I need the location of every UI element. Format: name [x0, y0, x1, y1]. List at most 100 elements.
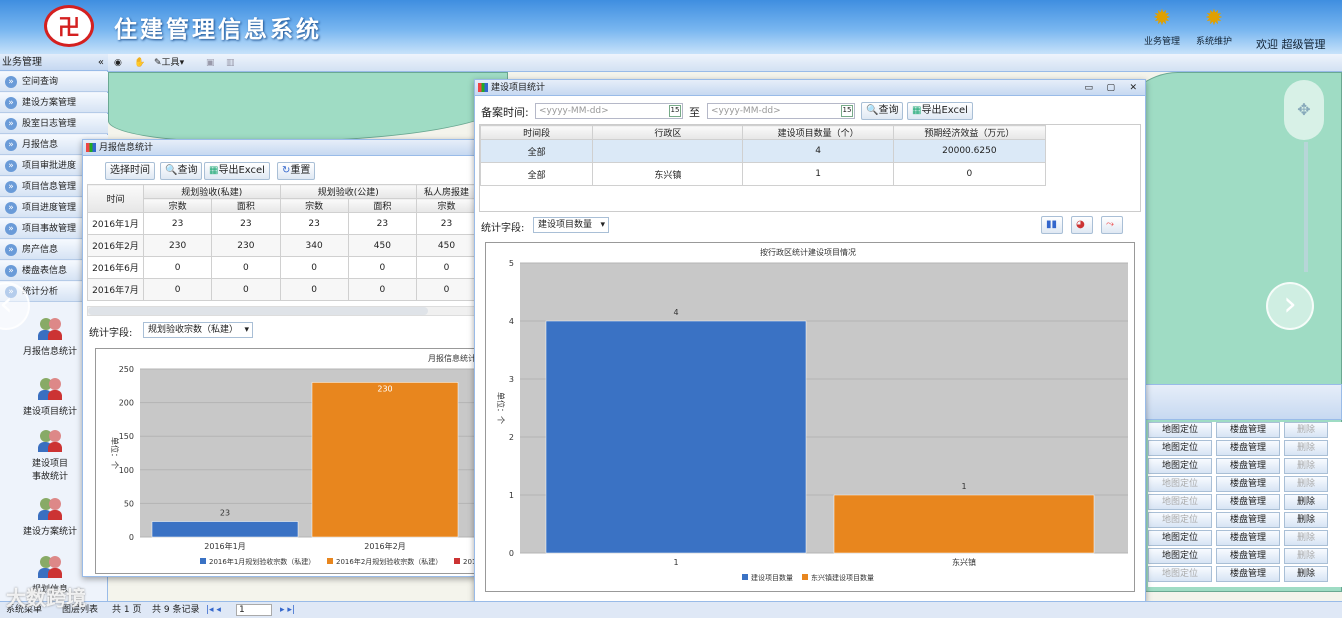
data-label: 4: [673, 308, 678, 317]
delete-button[interactable]: 删除: [1284, 512, 1328, 528]
sidebar-sub-plan-stats[interactable]: 建设方案统计: [12, 496, 88, 537]
close-icon[interactable]: ✕: [1129, 80, 1137, 96]
export-excel-button[interactable]: ▦导出Excel: [907, 102, 973, 120]
pie-chart-icon[interactable]: ◕: [1071, 216, 1093, 234]
col-header: 行政区: [592, 125, 744, 140]
map-locate-button[interactable]: 地图定位: [1148, 512, 1212, 528]
field-select[interactable]: 建设项目数量: [533, 217, 609, 233]
delete-button[interactable]: 删除: [1284, 476, 1328, 492]
delete-button[interactable]: 删除: [1284, 458, 1328, 474]
map-locate-button[interactable]: 地图定位: [1148, 458, 1212, 474]
calendar-icon[interactable]: 15: [841, 105, 853, 117]
building-manage-button[interactable]: 楼盘管理: [1216, 494, 1280, 510]
horizontal-scrollbar[interactable]: [87, 306, 477, 316]
app-title: 住建管理信息系统: [114, 16, 322, 43]
map-locate-button[interactable]: 地图定位: [1148, 440, 1212, 456]
sidebar-item-plan[interactable]: 建设方案管理: [0, 93, 108, 113]
sidebar-sub-accident-stats[interactable]: 建设项目 事故统计: [12, 428, 88, 482]
monthly-window-titlebar[interactable]: 月报信息统计: [83, 140, 475, 156]
x-tick-label: 1: [673, 558, 678, 567]
page-input[interactable]: 1: [236, 604, 272, 616]
export-excel-button[interactable]: ▦导出Excel: [204, 162, 270, 180]
collapse-icon[interactable]: «: [98, 54, 104, 71]
welcome-text: 欢迎 超级管理: [1256, 38, 1326, 51]
delete-button[interactable]: 删除: [1284, 548, 1328, 564]
building-manage-button[interactable]: 楼盘管理: [1216, 422, 1280, 438]
minimize-icon[interactable]: ▭: [1084, 80, 1093, 96]
sidebar-item-log[interactable]: 股室日志管理: [0, 114, 108, 134]
delete-button[interactable]: 删除: [1284, 566, 1328, 582]
search-icon: 🔍: [165, 165, 178, 176]
reset-button[interactable]: ↻重置: [277, 162, 316, 180]
fullscreen-icon[interactable]: ▣: [206, 54, 215, 72]
table-cell: 230: [211, 234, 281, 257]
building-manage-button[interactable]: 楼盘管理: [1216, 476, 1280, 492]
data-label: 1: [961, 482, 966, 491]
query-button[interactable]: 🔍查询: [861, 102, 904, 120]
field-select[interactable]: 规划验收宗数（私建）: [143, 322, 253, 338]
table-cell: 0: [211, 278, 281, 301]
table-row[interactable]: 2016年6月 0 0 0 0 0: [87, 256, 477, 279]
trash-icon[interactable]: ▥: [226, 54, 235, 72]
bar-chart-icon[interactable]: ▮▮: [1041, 216, 1063, 234]
end-date-input[interactable]: <yyyy-MM-dd>: [707, 103, 855, 119]
business-management-button[interactable]: ✹ 业务管理: [1138, 6, 1186, 47]
table-cell: 450: [416, 234, 477, 257]
delete-button[interactable]: 删除: [1284, 422, 1328, 438]
table-cell: 0: [416, 278, 477, 301]
select-time-button[interactable]: 选择时间: [105, 162, 155, 180]
legend-label: 建设项目数量: [751, 573, 793, 582]
result-actions: 地图定位 楼盘管理 删除 地图定位 楼盘管理 删除 地图定位 楼盘管理 删除 地图定位 楼盘管理 删除…: [1148, 422, 1342, 587]
map-locate-button[interactable]: 地图定位: [1148, 422, 1212, 438]
pan-hand-icon[interactable]: ✋: [134, 54, 145, 72]
building-manage-button[interactable]: 楼盘管理: [1216, 512, 1280, 528]
map-locate-button[interactable]: 地图定位: [1148, 530, 1212, 546]
sidebar-item-spatial-query[interactable]: 空间查询: [0, 72, 108, 92]
project-table: 时间段 行政区 建设项目数量（个） 预期经济效益（万元） 全部 4 20000.6250 全…: [479, 125, 1047, 186]
first-page-icon[interactable]: |◂ ◂: [206, 602, 221, 618]
group-header: 私人房报建: [416, 184, 477, 199]
bar: [545, 320, 807, 554]
map-locate-button[interactable]: 地图定位: [1148, 566, 1212, 582]
x-tick-label: 2016年2月: [364, 541, 405, 551]
globe-icon[interactable]: ◉: [114, 54, 122, 72]
building-manage-button[interactable]: 楼盘管理: [1216, 440, 1280, 456]
table-row[interactable]: 2016年1月 23 23 23 23 23: [87, 212, 477, 235]
building-manage-button[interactable]: 楼盘管理: [1216, 530, 1280, 546]
table-cell: 0: [279, 278, 349, 301]
col-header: 面积: [211, 198, 281, 213]
zoom-slider[interactable]: [1304, 142, 1308, 272]
start-date-input[interactable]: <yyyy-MM-dd>: [535, 103, 683, 119]
building-manage-button[interactable]: 楼盘管理: [1216, 548, 1280, 564]
y-tick-label: 0: [129, 533, 134, 542]
building-manage-button[interactable]: 楼盘管理: [1216, 566, 1280, 582]
status-bar: 系统菜单 图层列表 共 1 页 共 9 条记录 |◂ ◂ 1 ▸ ▸|: [0, 601, 1342, 617]
delete-button[interactable]: 删除: [1284, 440, 1328, 456]
result-panel-header: [1145, 384, 1342, 420]
table-row[interactable]: 2016年2月 230 230 340 450 450: [87, 234, 477, 257]
table-row[interactable]: 2016年7月 0 0 0 0 0: [87, 278, 477, 301]
legend-swatch: [802, 574, 808, 580]
building-manage-button[interactable]: 楼盘管理: [1216, 458, 1280, 474]
delete-button[interactable]: 删除: [1284, 530, 1328, 546]
table-cell: 0: [892, 162, 1047, 186]
map-locate-button[interactable]: 地图定位: [1148, 476, 1212, 492]
map-locate-button[interactable]: 地图定位: [1148, 548, 1212, 564]
line-chart-icon[interactable]: ⤳: [1101, 216, 1123, 234]
calendar-icon[interactable]: 15: [669, 105, 681, 117]
system-maintenance-button[interactable]: ✹ 系统维护: [1190, 6, 1238, 47]
delete-button[interactable]: 删除: [1284, 494, 1328, 510]
map-locate-button[interactable]: 地图定位: [1148, 494, 1212, 510]
maximize-icon[interactable]: ▢: [1106, 80, 1115, 96]
table-row[interactable]: 全部 东兴镇 1 0: [479, 162, 1047, 186]
project-window-titlebar[interactable]: 建设项目统计 ▭ ▢ ✕: [475, 80, 1145, 96]
next-page-icon[interactable]: ▸ ▸|: [280, 602, 295, 618]
table-cell: 0: [279, 256, 349, 279]
chart-title: 按行政区统计建设项目情况: [760, 247, 856, 257]
next-arrow-icon[interactable]: ›: [1266, 282, 1314, 330]
tools-menu[interactable]: ✎工具▾: [154, 54, 184, 72]
query-button[interactable]: 🔍查询: [160, 162, 203, 180]
table-row[interactable]: 全部 4 20000.6250: [479, 139, 1047, 163]
map-pan-control[interactable]: ✥: [1284, 80, 1324, 140]
sidebar-sub-project-stats[interactable]: 建设项目统计: [12, 376, 88, 417]
